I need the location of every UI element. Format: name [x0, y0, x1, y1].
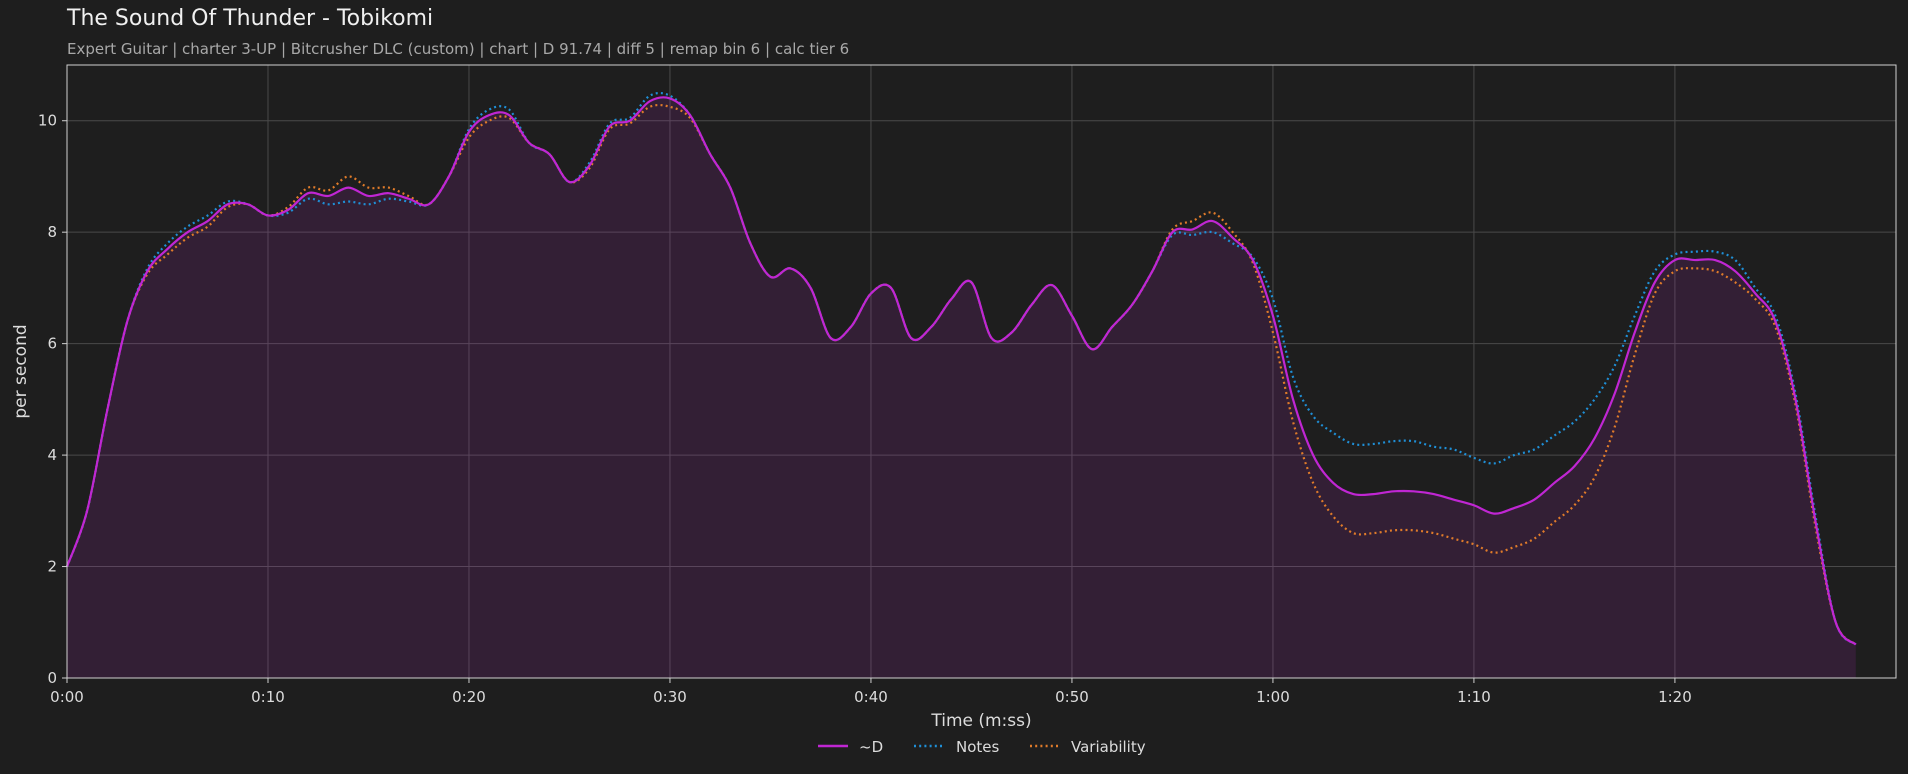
y-axis-ticks: 0 2 4 6 8 10	[38, 112, 67, 687]
legend-label-d: ~D	[859, 738, 883, 756]
y-tick-label: 0	[47, 669, 57, 687]
x-axis-label: Time (m:ss)	[930, 711, 1031, 731]
y-tick-label: 8	[47, 223, 57, 241]
x-tick-label: 1:20	[1658, 688, 1692, 706]
x-tick-label: 1:10	[1457, 688, 1491, 706]
x-tick-label: 0:50	[1055, 688, 1089, 706]
y-tick-label: 4	[47, 446, 57, 464]
line-chart: 0:00 0:10 0:20 0:30 0:40 0:50 1:00 1:10 1:20 0 2 4…	[11, 64, 1897, 756]
y-tick-label: 6	[47, 335, 57, 353]
x-tick-label: 0:10	[251, 688, 285, 706]
x-axis-ticks: 0:00 0:10 0:20 0:30 0:40 0:50 1:00 1:10 1:20	[50, 678, 1692, 706]
y-tick-label: 10	[38, 112, 57, 130]
x-tick-label: 0:20	[452, 688, 486, 706]
legend-label-variability: Variability	[1071, 738, 1146, 756]
legend-label-notes: Notes	[956, 738, 1000, 756]
legend: ~D Notes Variability	[818, 738, 1146, 756]
x-tick-label: 1:00	[1256, 688, 1290, 706]
y-tick-label: 2	[47, 558, 57, 576]
x-tick-label: 0:40	[854, 688, 888, 706]
series-area-d	[67, 97, 1856, 679]
x-tick-label: 0:00	[50, 688, 84, 706]
area-fills	[67, 97, 1856, 679]
y-axis-label: per second	[11, 324, 31, 418]
x-tick-label: 0:30	[653, 688, 687, 706]
